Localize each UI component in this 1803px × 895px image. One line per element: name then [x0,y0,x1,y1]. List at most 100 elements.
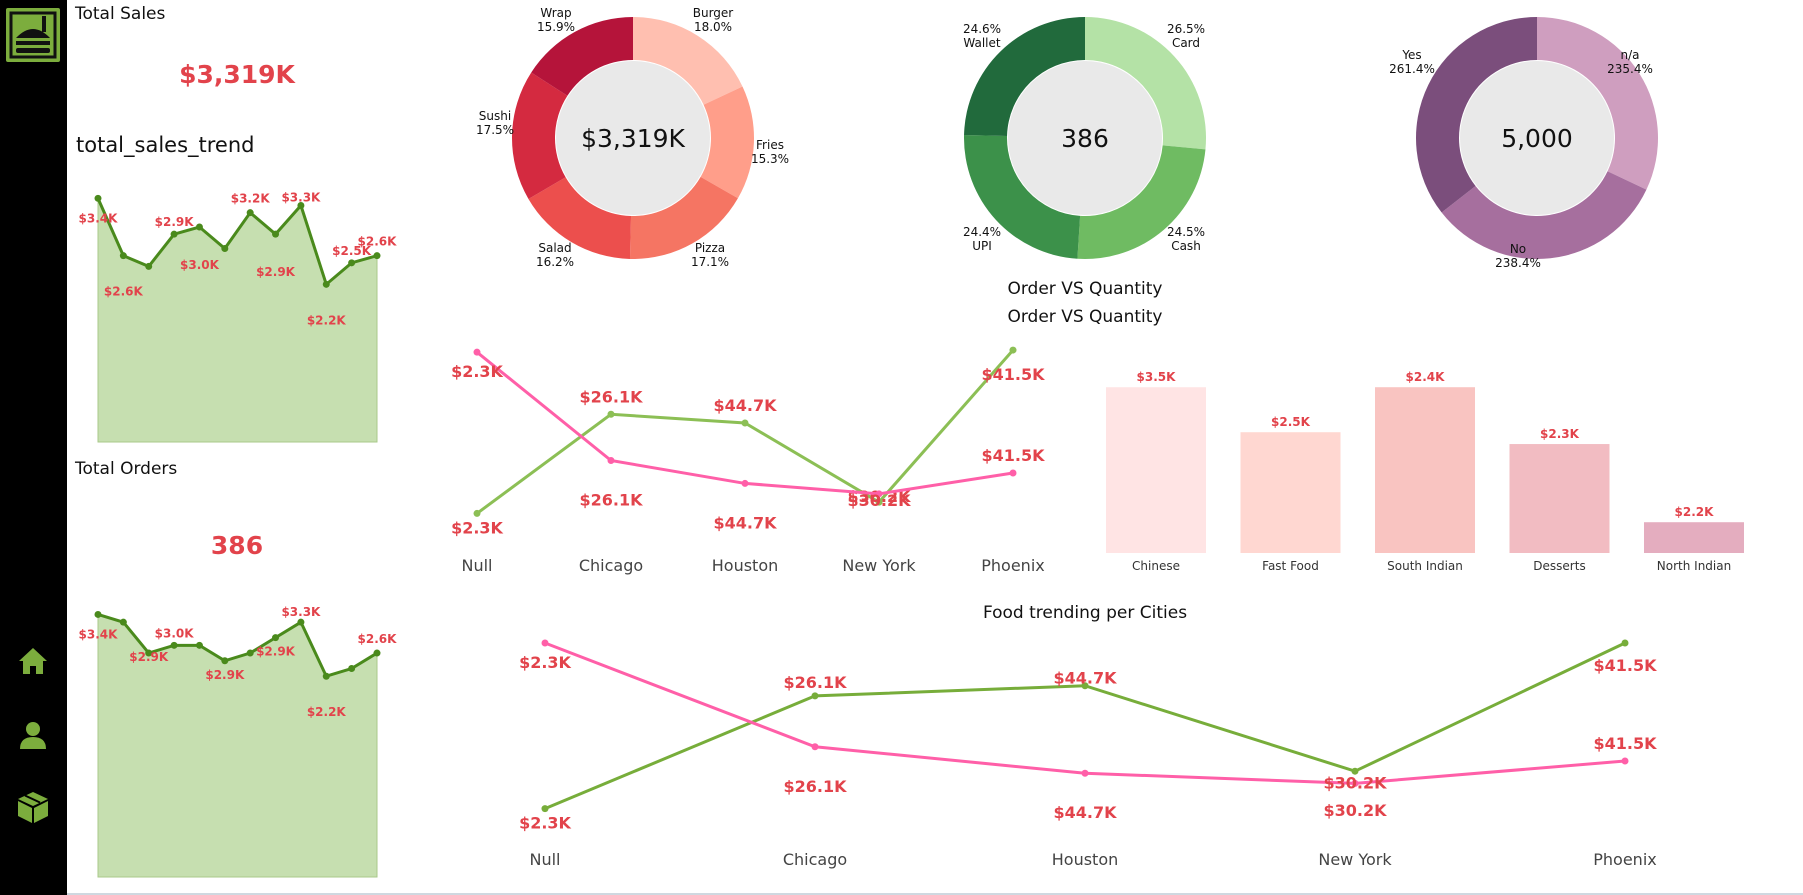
data-label: $2.3K [451,362,503,381]
category-label: Null [462,556,493,575]
area-point [297,618,305,626]
category-label: North Indian [1657,559,1731,573]
data-label: $2.9K [205,668,245,682]
series-point [1009,469,1017,477]
series-point [473,348,481,356]
data-label: $2.6K [104,285,144,299]
area-point [170,230,178,238]
box-icon[interactable] [14,788,52,826]
slice-label: Pizza [695,241,725,255]
bar [1375,387,1475,553]
area-point [322,672,330,680]
bar [1240,432,1341,553]
bar [1106,387,1206,553]
series-point [607,457,615,464]
yesno-donut-chart: n/a235.4% No238.4% Yes261.4% 5,000 [1389,17,1658,270]
slice-label: Wallet [963,36,1001,50]
category-label: New York [1318,850,1392,869]
slice-label: n/a [1620,48,1639,62]
data-label: $30.2K [847,491,911,510]
food-delivery-logo-icon[interactable] [6,8,60,62]
area-point [221,657,229,665]
category-label: Chicago [783,850,847,869]
series-point [1621,639,1629,647]
data-label: $3.4K [79,627,119,641]
area-point [145,262,153,270]
category-label: Desserts [1533,559,1585,573]
slice-label: 15.9% [537,20,575,34]
data-label: $41.5K [981,446,1045,465]
slice-label: 17.1% [691,255,729,269]
area-point [94,194,102,202]
total-sales-value: $3,319K [179,60,295,89]
category-label: Houston [1052,850,1119,869]
data-label: $26.1K [783,777,847,796]
user-icon[interactable] [14,716,52,754]
category-label: Fast Food [1262,559,1319,573]
area-point [170,641,178,649]
area-point [221,245,229,252]
total-sales-title: Total Sales [75,4,166,24]
total-orders-title: Total Orders [75,459,178,479]
donut-center-label: $3,319K [581,124,685,153]
area-point [119,618,127,626]
bar-value-label: $2.2K [1675,505,1715,519]
area-point [195,223,203,231]
slice-label: 261.4% [1389,62,1435,76]
data-label: $41.5K [981,365,1045,384]
area-point [119,252,127,260]
series-point [741,419,749,427]
home-icon[interactable] [14,642,52,680]
slice-label: 17.5% [476,123,514,137]
data-label: $2.6K [358,632,398,646]
data-label: $44.7K [713,513,777,532]
series-line [476,349,1015,515]
data-label: $26.1K [579,387,643,406]
category-label: Chicago [579,556,643,575]
data-label: $3.2K [231,192,271,206]
food-trending-title: Food trending per Cities [982,603,1188,623]
data-label: $3.3K [281,605,321,619]
series-point [541,805,549,813]
data-label: $2.9K [129,650,169,664]
data-label: $30.2K [1323,773,1387,792]
area-point [373,649,381,657]
category-label: New York [842,556,916,575]
slice-label: Yes [1401,48,1421,62]
category-label: Houston [712,556,779,575]
area-point [272,230,280,238]
bar-value-label: $2.4K [1406,370,1446,384]
slice-label: Burger [693,6,734,20]
area-point [322,280,330,288]
slice-label: 26.5% [1167,22,1205,36]
bar-value-label: $2.5K [1271,415,1311,429]
data-label: $2.9K [256,265,296,279]
data-label: $44.7K [713,396,777,415]
donut-center-label: 386 [1061,124,1109,153]
slice-label: UPI [972,239,992,253]
area-point [246,209,254,217]
data-label: $3.0K [155,626,195,640]
bar-value-label: $3.5K [1137,370,1177,384]
slice-label: 235.4% [1607,62,1653,76]
donut-center-label: 5,000 [1501,124,1573,153]
series-point [541,639,549,647]
total-orders-value: 386 [210,531,264,560]
data-label: $2.2K [307,705,347,719]
slice-label: 16.2% [536,255,574,269]
category-label: Phoenix [1593,850,1656,869]
payment-donut-chart: 26.5%Card 24.5%Cash 24.4%UPI 24.6%Wallet 386 [963,17,1206,259]
slice-label: 15.3% [751,152,789,166]
data-label: $44.7K [1053,669,1117,688]
area-point [195,641,203,649]
bar-value-label: $2.3K [1540,427,1580,441]
slice-label: 238.4% [1495,256,1541,270]
category-label: Null [530,850,561,869]
slice-label: 24.6% [963,22,1001,36]
data-label: $2.3K [519,814,571,833]
slice-label: Salad [538,241,571,255]
data-label: $41.5K [1593,656,1657,675]
slice-label: Cash [1171,239,1201,253]
slice-label: No [1510,242,1526,256]
series-point [1081,769,1089,777]
